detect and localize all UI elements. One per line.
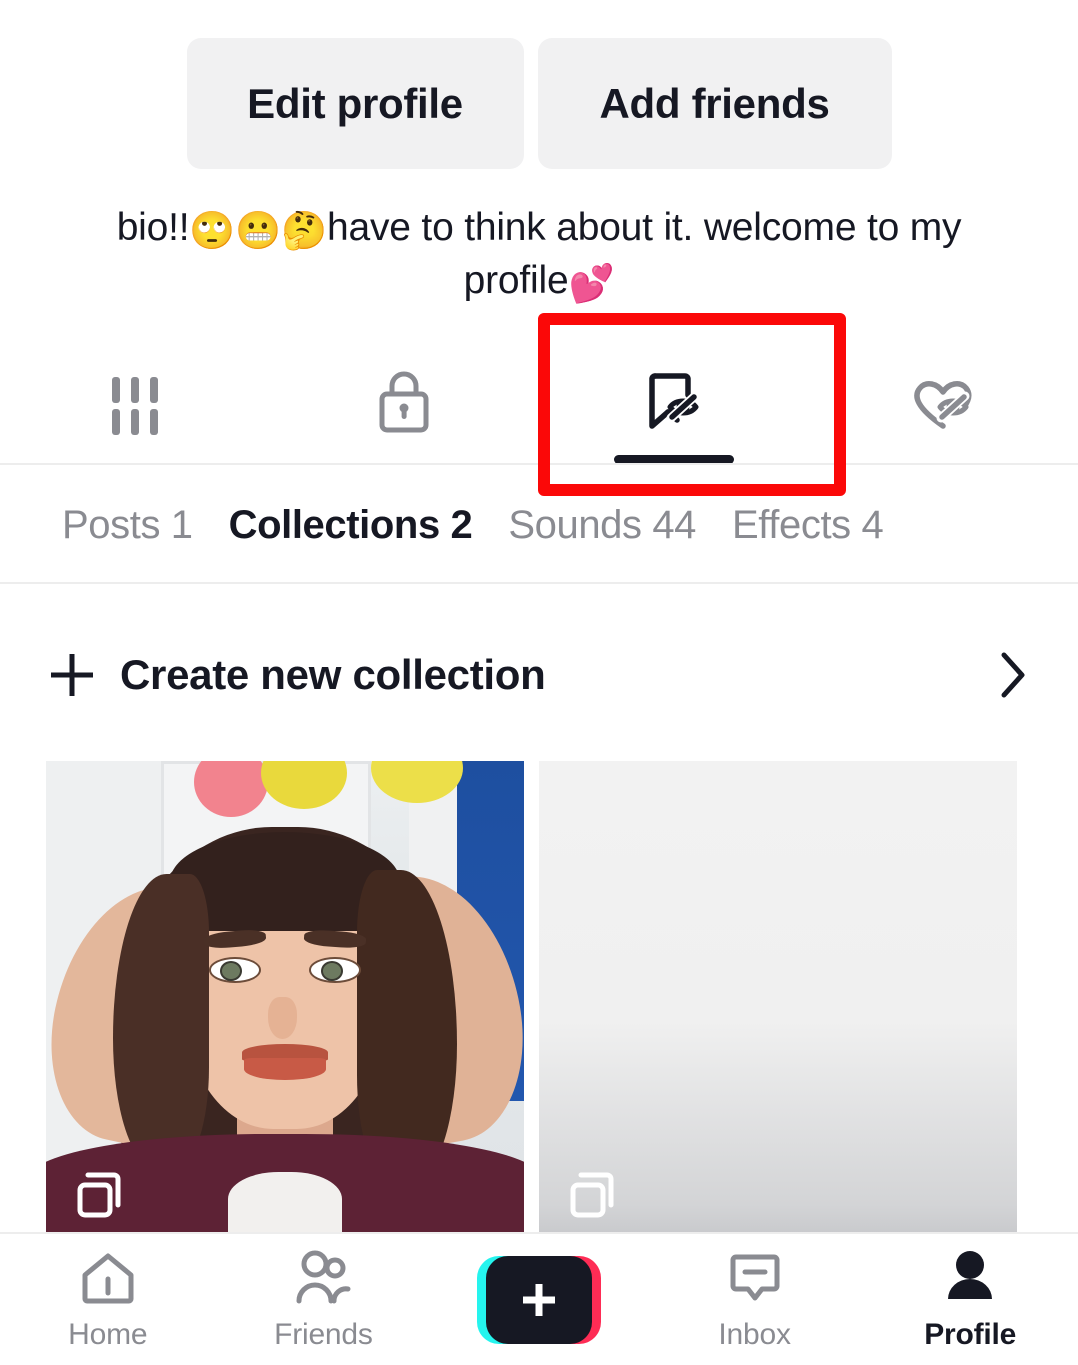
add-friends-button[interactable]: Add friends [537, 38, 892, 169]
create-new-collection-row[interactable]: Create new collection [0, 618, 1078, 731]
collection-card-1[interactable] [46, 761, 524, 1233]
stacked-cards-icon [72, 1165, 130, 1223]
chevron-right-icon [992, 647, 1032, 703]
bio-emoji-grimacing: 😬 [235, 210, 282, 251]
home-icon [77, 1247, 139, 1314]
tab-saved-collections[interactable] [539, 340, 809, 464]
create-plus-icon [476, 1255, 601, 1344]
nav-item-create[interactable] [431, 1233, 647, 1365]
divider-below-icon-tabs [0, 463, 1078, 465]
edit-profile-button[interactable]: Edit profile [186, 38, 524, 169]
nav-item-inbox[interactable]: Inbox [647, 1233, 863, 1365]
bio-text-part-1: bio!! [116, 206, 190, 249]
bio-emoji-two-hearts: 💕 [568, 263, 615, 304]
create-new-collection-label: Create new collection [120, 650, 546, 698]
bio-emoji-thinking: 🤔 [281, 210, 328, 251]
profile-person-icon [939, 1247, 1001, 1314]
collection-cover-image-1 [46, 761, 524, 1233]
collection-sub-tab-row: Posts 1 Collections 2 Sounds 44 Effects … [0, 468, 1078, 582]
profile-bio: bio!!🙄😬🤔have to think about it. welcome … [0, 203, 1078, 309]
bookmark-eye-slash-icon [639, 366, 709, 438]
bio-text-part-2: have to think about it. [327, 206, 694, 249]
plus-icon [46, 649, 98, 701]
nav-label-profile: Profile [924, 1318, 1017, 1351]
tiktok-profile-screen: Edit profile Add friends bio!!🙄😬🤔have to… [0, 0, 1078, 1365]
sub-tab-posts[interactable]: Posts 1 [44, 503, 211, 548]
heart-eye-slash-icon [907, 368, 979, 436]
lock-icon [371, 366, 437, 438]
sub-tab-collections[interactable]: Collections 2 [211, 503, 491, 548]
grid-bars-icon [102, 369, 168, 435]
profile-icon-tab-strip [0, 340, 1078, 464]
collections-grid [46, 761, 1036, 1233]
sub-tab-sounds[interactable]: Sounds 44 [490, 503, 714, 548]
nav-label-home: Home [68, 1318, 148, 1351]
bottom-navigation-bar: Home Friends Inbox Profile [0, 1232, 1078, 1365]
nav-label-inbox: Inbox [718, 1318, 791, 1351]
profile-action-row: Edit profile Add friends [0, 38, 1078, 169]
collection-card-2[interactable] [539, 761, 1017, 1233]
collection-cover-placeholder-2 [539, 761, 1017, 1233]
stacked-cards-icon [565, 1165, 623, 1223]
friends-icon [290, 1247, 356, 1314]
tab-liked-videos[interactable] [809, 340, 1078, 464]
nav-item-profile[interactable]: Profile [862, 1233, 1078, 1365]
nav-label-friends: Friends [274, 1318, 373, 1351]
tab-posts-grid[interactable] [0, 340, 270, 464]
bio-emoji-rolling-eyes: 🙄 [189, 210, 236, 251]
inbox-icon [724, 1247, 786, 1314]
sub-tab-effects[interactable]: Effects 4 [714, 503, 901, 548]
tab-private-posts[interactable] [270, 340, 540, 464]
nav-item-friends[interactable]: Friends [216, 1233, 432, 1365]
nav-item-home[interactable]: Home [0, 1233, 216, 1365]
divider-below-sub-tabs [0, 582, 1078, 584]
